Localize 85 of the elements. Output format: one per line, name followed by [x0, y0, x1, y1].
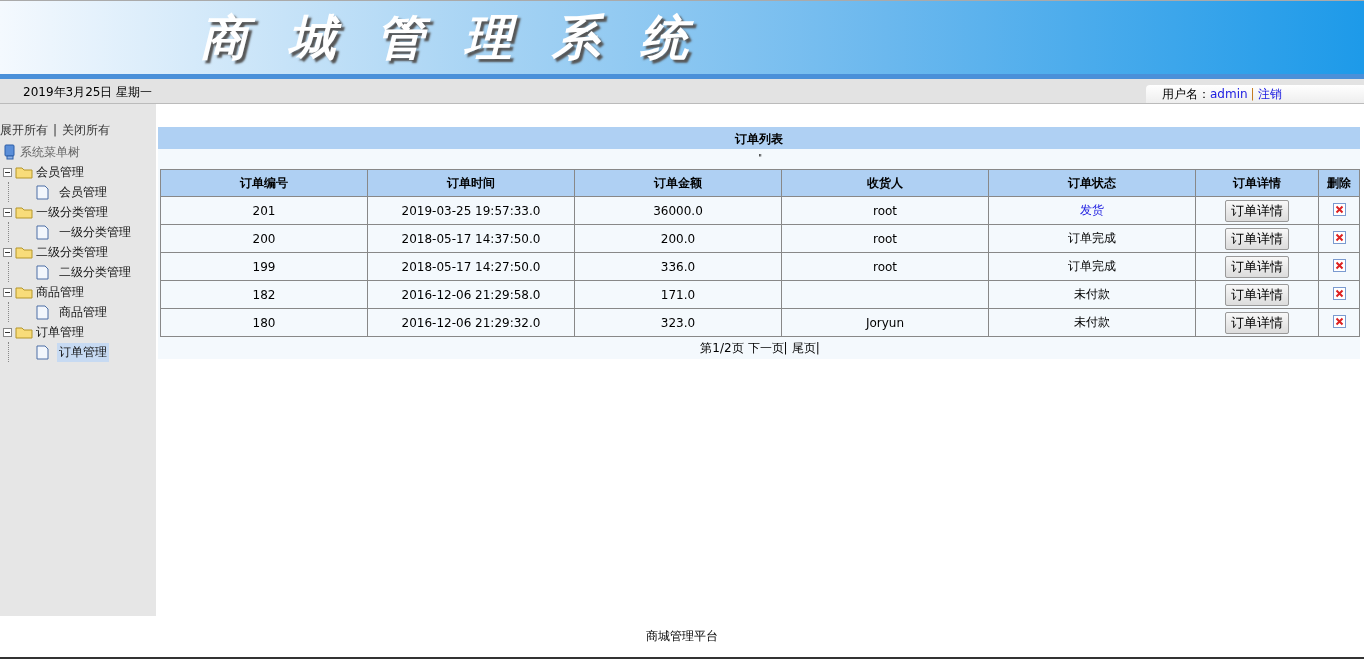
folder-icon: [15, 285, 33, 299]
collapse-toggle-icon[interactable]: [3, 327, 12, 337]
table-cell: root: [781, 252, 989, 281]
separator-text: |: [1250, 87, 1255, 101]
note-text: ": [758, 154, 762, 163]
table-cell: 36000.0: [574, 196, 782, 225]
order-detail-button[interactable]: 订单详情: [1225, 199, 1289, 222]
page-link[interactable]: 尾页: [791, 341, 816, 355]
table-cell: 199: [160, 252, 368, 281]
table-title: 订单列表: [158, 127, 1360, 149]
status-link[interactable]: 发货: [1080, 203, 1104, 217]
document-icon: [36, 344, 49, 360]
tree-folder[interactable]: 订单管理: [36, 323, 84, 341]
table-cell: 323.0: [574, 308, 782, 337]
column-header: 删除: [1318, 169, 1360, 197]
table-cell: 未付款: [988, 280, 1196, 309]
tree-item[interactable]: 订单管理: [57, 342, 109, 362]
tree-folder[interactable]: 商品管理: [36, 283, 84, 301]
username-link[interactable]: admin: [1210, 87, 1248, 101]
user-label: 用户名：: [1162, 87, 1210, 101]
tree-folder[interactable]: 一级分类管理: [36, 203, 108, 221]
document-icon: [36, 304, 49, 320]
page-info: 第1/2页: [700, 341, 744, 355]
table-cell: root: [781, 196, 989, 225]
tree-item[interactable]: 一级分类管理: [57, 222, 133, 242]
tree-item[interactable]: 商品管理: [57, 302, 109, 322]
table-cell: 201: [160, 196, 368, 225]
delete-icon[interactable]: [1332, 314, 1346, 328]
table-cell: 200: [160, 224, 368, 253]
column-header: 订单时间: [367, 169, 575, 197]
tree-root[interactable]: 系统菜单树: [20, 143, 80, 161]
collapse-all-link[interactable]: 关闭所有: [62, 123, 111, 137]
table-cell: 2018-05-17 14:37:50.0: [367, 224, 575, 253]
delete-icon[interactable]: [1332, 286, 1346, 300]
column-header: 订单金额: [574, 169, 782, 197]
order-detail-button[interactable]: 订单详情: [1225, 283, 1289, 306]
delete-icon[interactable]: [1332, 230, 1346, 244]
delete-icon[interactable]: [1332, 202, 1346, 216]
order-detail-button[interactable]: 订单详情: [1225, 311, 1289, 334]
document-icon: [36, 264, 49, 280]
order-detail-button[interactable]: 订单详情: [1225, 227, 1289, 250]
tree-folder[interactable]: 会员管理: [36, 163, 84, 181]
computer-icon: [3, 144, 17, 160]
collapse-toggle-icon[interactable]: [3, 287, 12, 297]
table-cell: 2016-12-06 21:29:32.0: [367, 308, 575, 337]
delete-icon[interactable]: [1332, 258, 1346, 272]
table-cell: 200.0: [574, 224, 782, 253]
folder-icon: [15, 325, 33, 339]
folder-icon: [15, 245, 33, 259]
folder-icon: [15, 165, 33, 179]
table-cell: 2016-12-06 21:29:58.0: [367, 280, 575, 309]
table-cell: 2018-05-17 14:27:50.0: [367, 252, 575, 281]
date-text: 2019年3月25日 星期一: [22, 84, 153, 101]
footer-text: 商城管理平台: [646, 628, 718, 645]
tree-item[interactable]: 二级分类管理: [57, 262, 133, 282]
page-link[interactable]: 下一页: [747, 341, 784, 355]
table-cell: 订单完成: [988, 252, 1196, 281]
collapse-toggle-icon[interactable]: [3, 207, 12, 217]
table-cell: root: [781, 224, 989, 253]
column-header: 订单状态: [988, 169, 1196, 197]
separator-text: |: [783, 341, 788, 355]
table-cell: 未付款: [988, 308, 1196, 337]
tree-folder[interactable]: 二级分类管理: [36, 243, 108, 261]
table-cell: 2019-03-25 19:57:33.0: [367, 196, 575, 225]
collapse-toggle-icon[interactable]: [3, 167, 12, 177]
document-icon: [36, 224, 49, 240]
column-header: 订单详情: [1195, 169, 1319, 197]
column-header: 订单编号: [160, 169, 368, 197]
table-cell: 336.0: [574, 252, 782, 281]
table-cell: Joryun: [781, 308, 989, 337]
folder-icon: [15, 205, 33, 219]
table-cell: 180: [160, 308, 368, 337]
separator-text: |: [53, 123, 58, 137]
separator-text: |: [815, 341, 820, 355]
tree-item[interactable]: 会员管理: [57, 182, 109, 202]
logout-link[interactable]: 注销: [1257, 87, 1282, 101]
system-title: 商城管理系统: [200, 7, 728, 67]
table-cell: 订单完成: [988, 224, 1196, 253]
table-cell: 171.0: [574, 280, 782, 309]
collapse-toggle-icon[interactable]: [3, 247, 12, 257]
column-header: 收货人: [781, 169, 989, 197]
order-detail-button[interactable]: 订单详情: [1225, 255, 1289, 278]
document-icon: [36, 184, 49, 200]
expand-all-link[interactable]: 展开所有: [0, 123, 48, 137]
table-cell: 182: [160, 280, 368, 309]
